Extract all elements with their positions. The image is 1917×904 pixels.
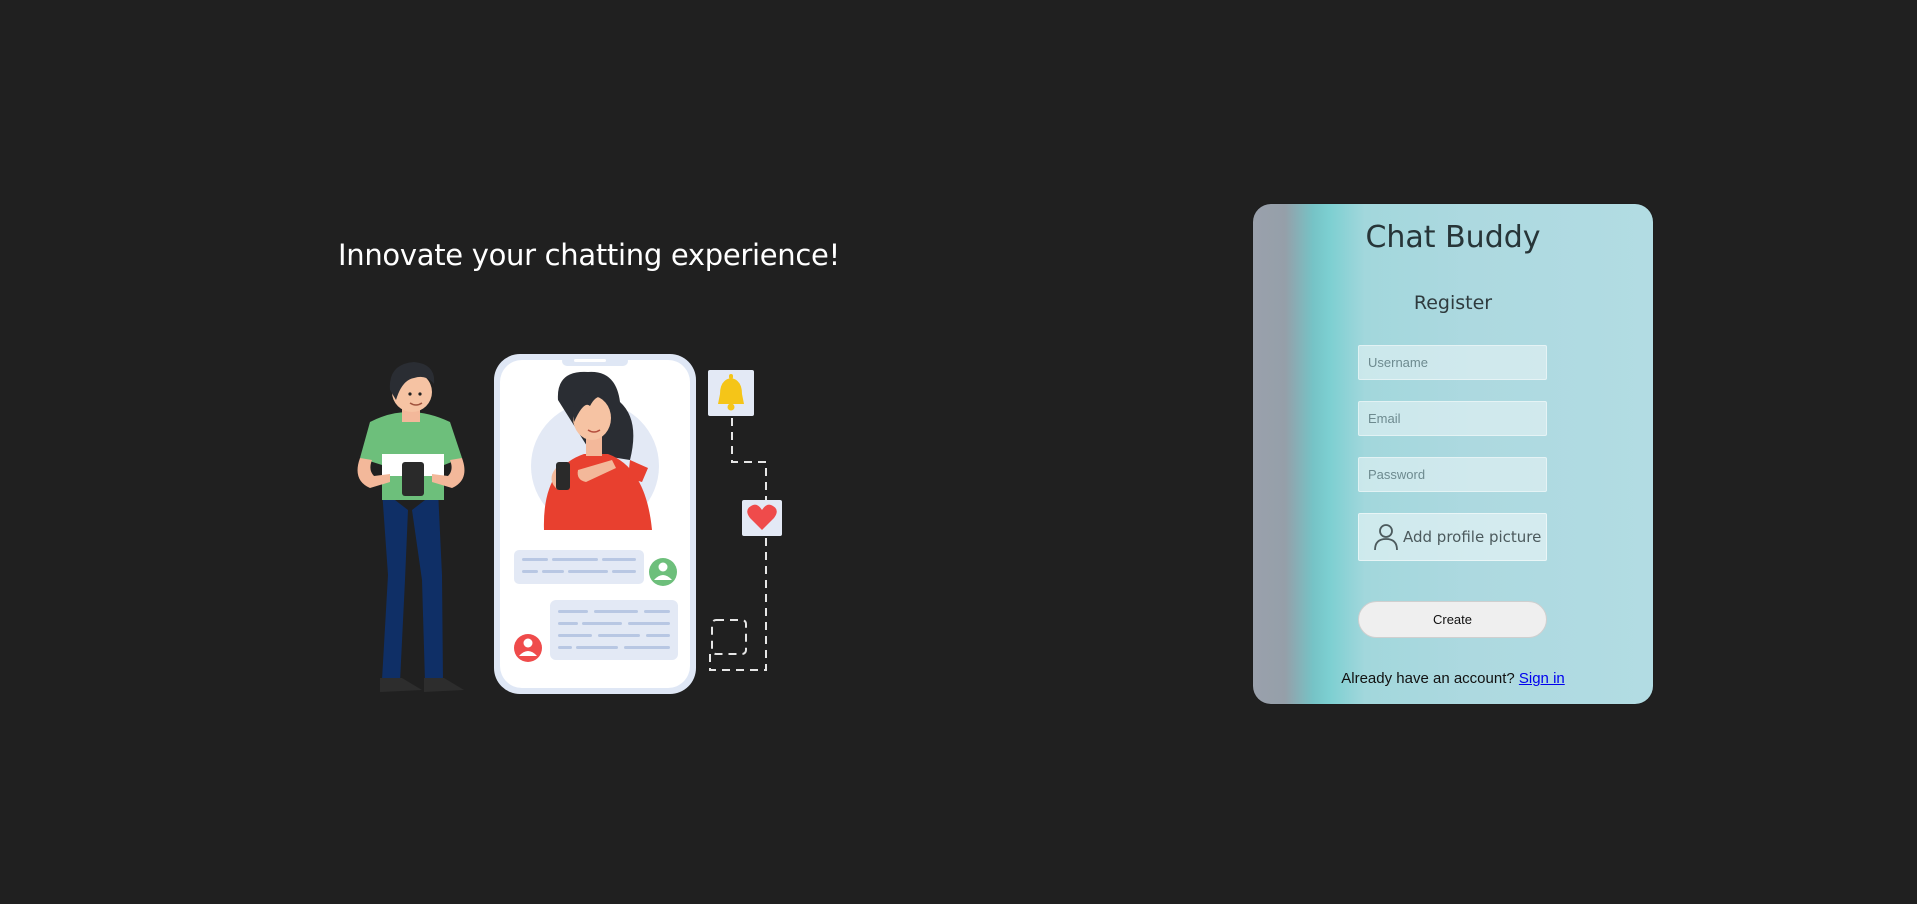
create-button[interactable]: Create [1358,601,1547,638]
hero-section: Innovate your chatting experience! [330,230,840,710]
add-profile-picture-label: Add profile picture [1403,528,1542,546]
user-outline-icon [1373,523,1399,551]
signin-row: Already have an account? Sign in [1253,670,1653,687]
add-profile-picture-button[interactable]: Add profile picture [1358,513,1547,561]
username-input[interactable] [1358,345,1547,380]
form-title: Register [1413,292,1493,314]
man-figure [357,362,465,692]
email-input[interactable] [1358,401,1547,436]
hero-title: Innovate your chatting experience! [338,238,840,272]
register-card: Chat Buddy Register Add profile picture … [1253,204,1653,704]
signin-link[interactable]: Sign in [1519,670,1565,687]
password-input[interactable] [1358,457,1547,492]
register-page: Innovate your chatting experience! Chat … [0,0,1917,904]
signin-prompt: Already have an account? [1341,670,1515,687]
app-title: Chat Buddy [1365,220,1541,255]
notification-graphics [708,370,782,671]
chat-illustration [357,354,782,694]
phone-graphic [494,354,696,694]
